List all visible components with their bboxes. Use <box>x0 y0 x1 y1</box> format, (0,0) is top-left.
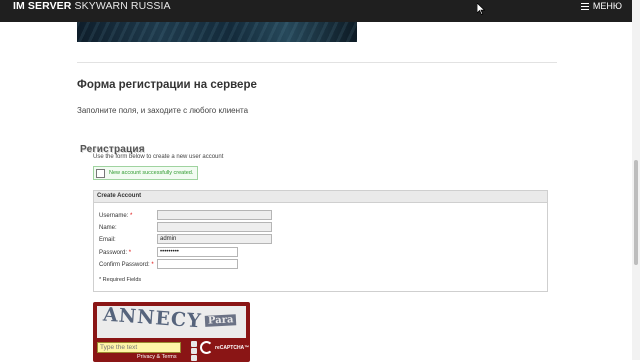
success-message: New account successfully created. <box>109 170 194 176</box>
captcha-input[interactable]: Type the text <box>97 342 181 353</box>
refresh-icon[interactable] <box>191 341 197 347</box>
captcha-widget: ANNECY Para Type the text reCAPTCHA™ Pri… <box>93 302 250 362</box>
page-title: Форма регистрации на сервере <box>77 79 257 91</box>
captcha-image: ANNECY Para <box>97 306 246 338</box>
name-input[interactable] <box>157 222 272 232</box>
mouse-cursor-icon <box>477 3 485 15</box>
confirm-password-label: Confirm Password: * <box>99 262 154 268</box>
scrollbar-thumb[interactable] <box>634 160 638 265</box>
privacy-terms-link[interactable]: Privacy & Terms <box>137 354 177 360</box>
menu-label: МЕНЮ <box>592 1 622 11</box>
site-brand[interactable]: IM SERVER SKYWARN RUSSIA <box>13 0 171 13</box>
captcha-word-2: Para <box>204 314 237 327</box>
password-label: Password: * <box>99 250 132 256</box>
brand-light: SKYWARN RUSSIA <box>74 0 171 12</box>
help-icon[interactable] <box>191 355 197 361</box>
username-label: Username: * <box>99 213 133 219</box>
confirm-password-input[interactable] <box>157 259 238 269</box>
hamburger-icon <box>580 3 589 11</box>
name-label: Name: <box>99 225 117 231</box>
create-account-panel: Create Account Username: * Name: Email: … <box>93 190 548 292</box>
page-scrollbar[interactable] <box>632 0 640 360</box>
success-alert: New account successfully created. <box>93 166 199 180</box>
email-label: Email: <box>99 237 116 243</box>
audio-icon[interactable] <box>191 348 197 354</box>
captcha-controls <box>190 340 198 362</box>
brand-bold: IM SERVER <box>13 0 72 12</box>
captcha-word-1: ANNECY <box>102 306 203 333</box>
divider <box>77 62 557 63</box>
username-input[interactable] <box>157 210 272 220</box>
recaptcha-logo: reCAPTCHA™ <box>200 339 250 357</box>
email-input[interactable]: admin <box>157 234 272 244</box>
panel-title: Create Account <box>94 191 547 203</box>
banner-image <box>77 22 357 42</box>
intro-text: Заполните поля, и заходите с любого клие… <box>77 106 249 115</box>
checkbox-icon <box>96 168 105 178</box>
menu-button[interactable]: МЕНЮ <box>580 0 622 13</box>
recaptcha-icon <box>200 341 213 354</box>
top-navigation-bar: IM SERVER SKYWARN RUSSIA МЕНЮ <box>0 0 640 22</box>
registration-subtitle: Use the form below to create a new user … <box>93 154 224 160</box>
recaptcha-logo-text: reCAPTCHA™ <box>215 345 250 351</box>
password-input[interactable]: ••••••••• <box>157 247 238 257</box>
required-note: * Required Fields <box>99 277 142 283</box>
